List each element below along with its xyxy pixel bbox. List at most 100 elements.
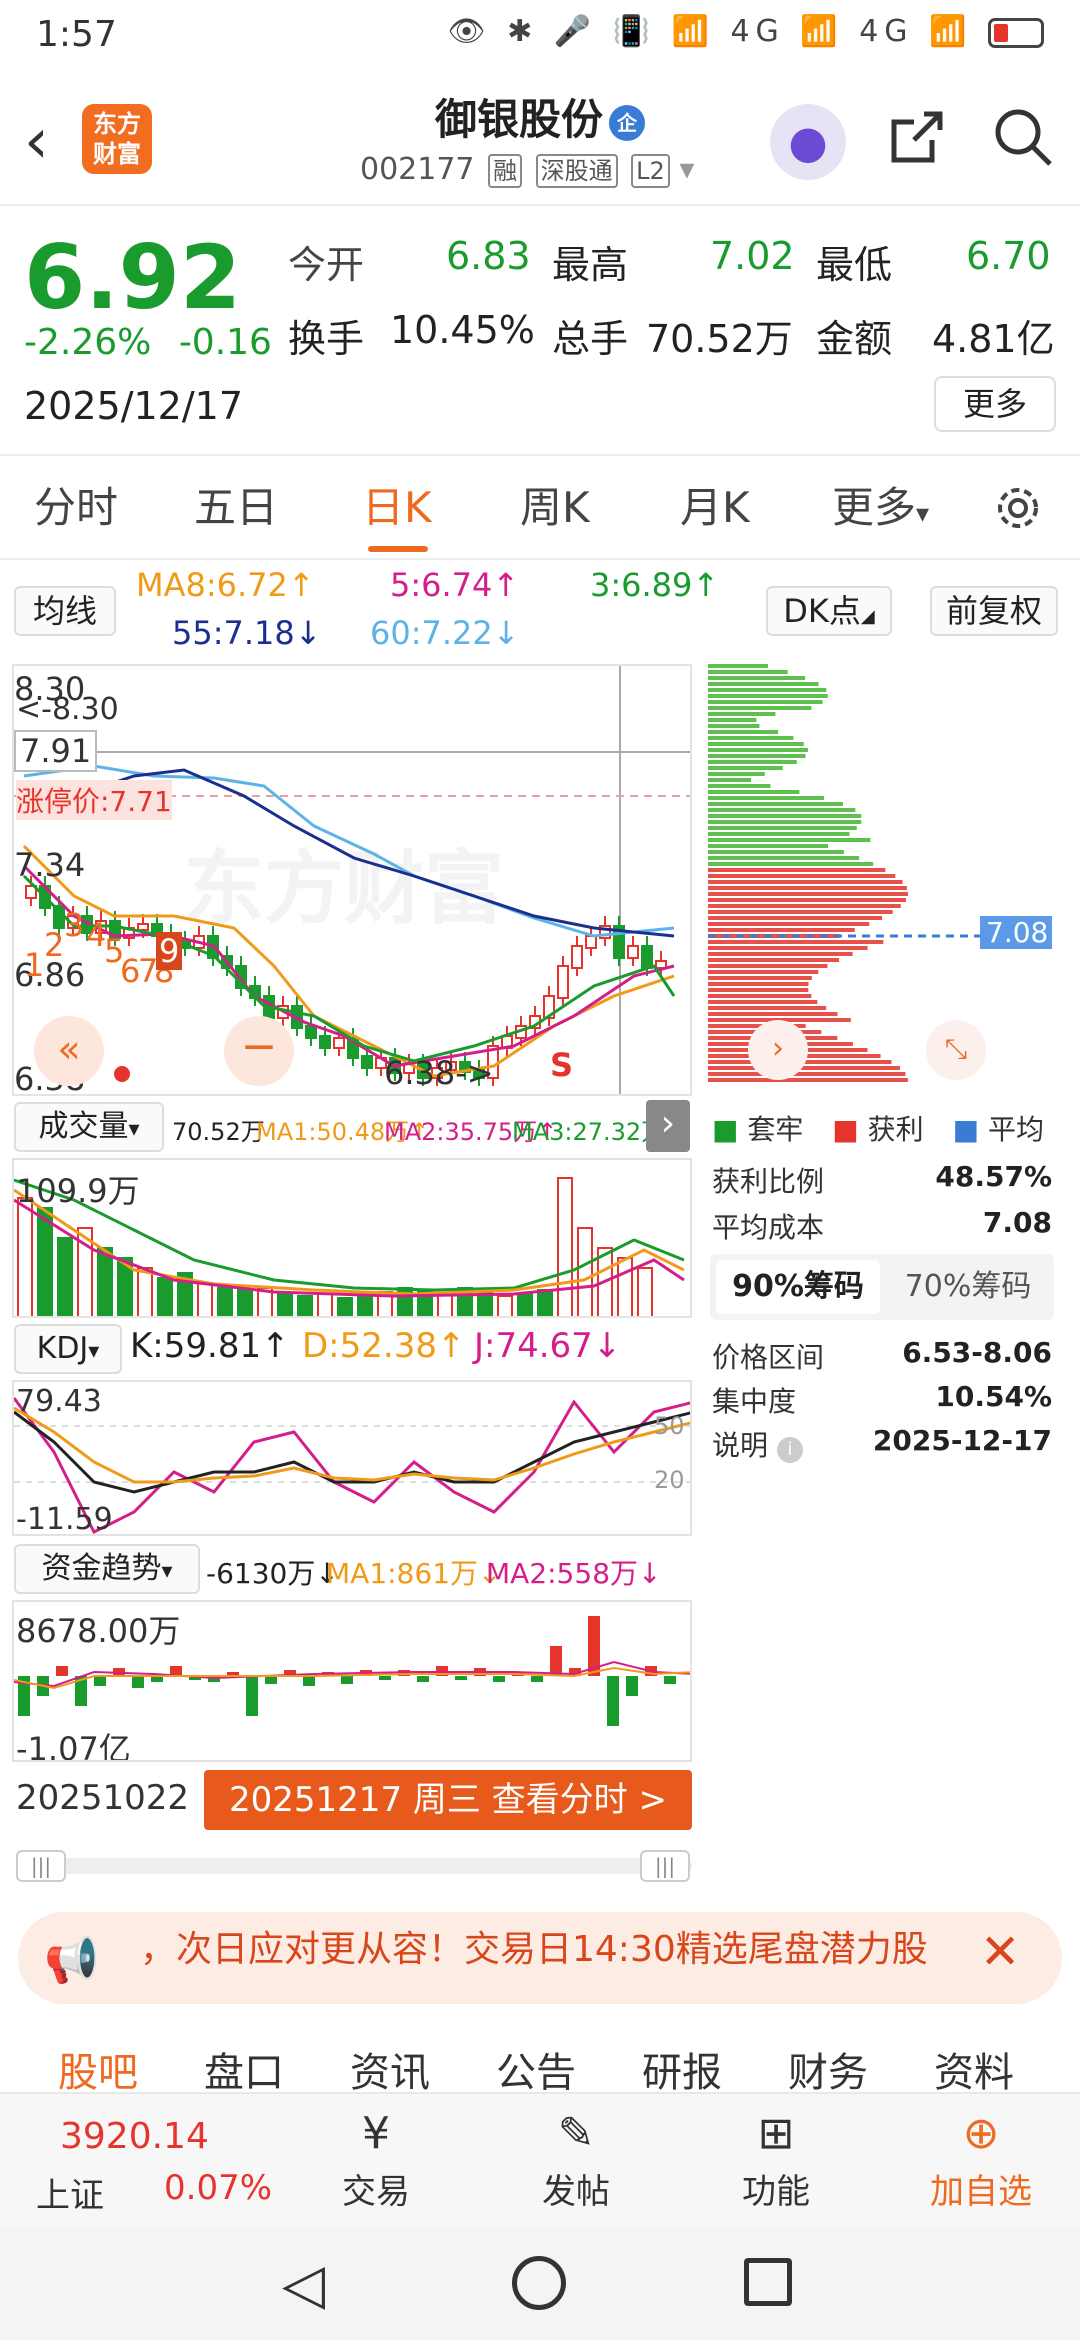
chip-bar: [708, 778, 752, 782]
share-icon[interactable]: [884, 104, 950, 170]
subnav-guba[interactable]: 股吧: [58, 2040, 138, 2090]
tab-weekly-k[interactable]: 周K: [520, 474, 590, 535]
trade-tab[interactable]: ¥ 交易: [336, 2104, 416, 2213]
add-watchlist-tab[interactable]: ⊕ 加自选: [916, 2104, 1046, 2213]
volume-select[interactable]: 成交量▾: [14, 1102, 164, 1152]
fund-bar: [493, 1676, 505, 1682]
chip-bar: [708, 832, 850, 836]
tab-five-day[interactable]: 五日: [194, 474, 278, 535]
post-label: 发帖: [542, 2172, 610, 2212]
info-icon[interactable]: i: [776, 1437, 803, 1463]
indicator-select[interactable]: 均线: [14, 586, 116, 636]
chip-bar: [708, 688, 827, 692]
chevron-down-icon[interactable]: ▾: [679, 152, 694, 187]
subnav-news[interactable]: 资讯: [350, 2040, 430, 2090]
volume-bar: [277, 1292, 293, 1316]
gear-icon[interactable]: [990, 480, 1046, 536]
tab-chip-70[interactable]: 70%筹码: [886, 1260, 1050, 1314]
scroll-left-button[interactable]: «: [34, 1016, 104, 1086]
chip-bar: [708, 946, 868, 950]
volume-bar: [577, 1227, 593, 1316]
price-range-label: 价格区间: [712, 1341, 825, 1374]
stock-subtitle: 002177 融 深股通 L2 ▾: [360, 152, 694, 188]
signal-9: 9: [156, 932, 183, 970]
range-handle-right[interactable]: |||: [640, 1850, 690, 1882]
close-icon[interactable]: ✕: [980, 1924, 1020, 1980]
nav-home-icon[interactable]: [512, 2256, 566, 2310]
trade-label: 交易: [342, 2172, 410, 2212]
zoom-out-button[interactable]: −: [224, 1016, 294, 1086]
index-value[interactable]: 3920.14: [60, 2116, 209, 2157]
quote-divider: [0, 454, 1080, 456]
post-tab[interactable]: ✎ 发帖: [536, 2104, 616, 2213]
function-tab[interactable]: ⊞ 功能: [736, 2104, 816, 2213]
fund-select[interactable]: 资金趋势▾: [14, 1544, 200, 1594]
chip-bar: [708, 724, 760, 728]
chip-bar: [708, 922, 870, 926]
change-amount: -0.16: [178, 322, 272, 363]
fund-bar: [265, 1676, 277, 1684]
chip-bar: [708, 1078, 908, 1082]
tag-connect: 深股通: [535, 154, 618, 188]
tab-chip-90[interactable]: 90%筹码: [716, 1260, 880, 1314]
grid-icon: ⊞: [757, 2108, 795, 2159]
kdj-d: D:52.38↑: [302, 1326, 466, 1366]
chip-legend: ■ 套牢 ■ 获利 ■ 平均: [712, 1108, 1044, 1148]
fund-max-axis: 8678.00万: [16, 1612, 181, 1650]
event-dot[interactable]: [114, 1066, 130, 1082]
amount-value: 4.81亿: [932, 317, 1055, 361]
more-quote-button[interactable]: 更多: [934, 376, 1056, 432]
adjust-button[interactable]: 前复权: [930, 586, 1058, 636]
volume-bar: [37, 1207, 53, 1316]
chip-bar: [708, 736, 794, 740]
edit-icon: ✎: [557, 2108, 595, 2159]
search-icon[interactable]: [990, 104, 1056, 170]
chip-bar: [708, 760, 797, 764]
subnav-pankou[interactable]: 盘口: [204, 2040, 284, 2090]
chip-bar: [708, 958, 840, 962]
crosshair-price: 7.91: [14, 730, 98, 772]
tab-daily-k[interactable]: 日K: [362, 474, 432, 535]
candle-body: [627, 945, 639, 959]
subnav-research[interactable]: 研报: [642, 2040, 722, 2090]
collapse-panel-button[interactable]: ›: [646, 1100, 690, 1152]
volume-bar: [517, 1293, 533, 1316]
open-field: 今开: [288, 234, 364, 289]
dk-point-button[interactable]: DK点◢: [766, 586, 892, 636]
legend-square-red: ■: [832, 1113, 859, 1146]
tab-intraday[interactable]: 分时: [34, 474, 118, 535]
subnav-profile[interactable]: 资料: [934, 2040, 1014, 2090]
range-slider[interactable]: [16, 1858, 692, 1874]
tab-more[interactable]: 更多▾: [832, 474, 929, 535]
concentration-value: 10.54%: [935, 1380, 1052, 1413]
chip-bar: [708, 856, 860, 860]
assistant-avatar[interactable]: [770, 104, 846, 180]
fund-bar: [379, 1676, 391, 1680]
fund-ma2: MA2:558万↓: [486, 1557, 662, 1590]
chip-bar: [708, 982, 809, 986]
view-intraday-button[interactable]: 20251217 周三 查看分时 >: [204, 1770, 692, 1830]
nav-recents-icon[interactable]: [744, 2258, 792, 2306]
turnover-label: 换手: [288, 317, 365, 361]
kdj-select[interactable]: KDJ▾: [14, 1324, 122, 1374]
fund-value: -6130万↓: [206, 1557, 339, 1590]
chevron-right-icon[interactable]: ›: [748, 1020, 808, 1080]
subnav-announce[interactable]: 公告: [496, 2040, 576, 2090]
status-time: 1:57: [36, 14, 117, 55]
sell-mark: S: [550, 1046, 574, 1084]
kline-panel[interactable]: 东方财富 8.30 <-8.30 7.91 涨停价:7.71 7.34 6.86…: [12, 664, 692, 1096]
sub-nav: 股吧 盘口 资讯 公告 研报 财务 资料: [0, 2040, 1080, 2090]
range-handle-left[interactable]: |||: [16, 1850, 66, 1882]
tab-monthly-k[interactable]: 月K: [680, 474, 750, 535]
nav-back-icon[interactable]: ◁: [282, 2252, 325, 2317]
subnav-finance[interactable]: 财务: [788, 2040, 868, 2090]
caret-icon: ◢: [860, 606, 875, 627]
index-change[interactable]: 0.07%: [164, 2168, 272, 2208]
chip-bar: [708, 898, 906, 902]
ma8-label: MA8:6.72↑: [136, 566, 315, 604]
index-name[interactable]: 上证: [36, 2168, 104, 2217]
expand-icon[interactable]: ⤡: [926, 1020, 986, 1080]
chip-bar: [708, 754, 806, 758]
profit-ratio-value: 48.57%: [935, 1160, 1052, 1193]
chip-bar: [708, 802, 843, 806]
